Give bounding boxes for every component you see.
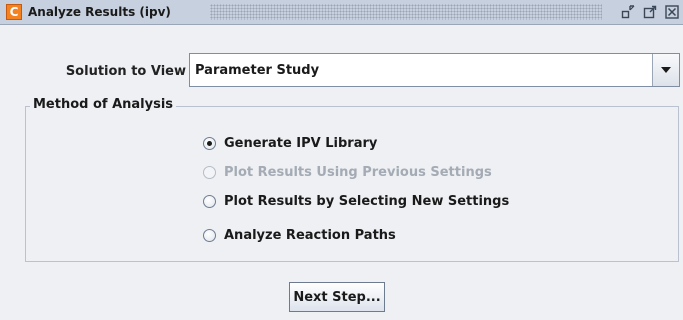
title-bar[interactable]: C Analyze Results (ipv) [0,0,683,25]
radio-label[interactable]: Generate IPV Library [224,136,377,151]
solution-to-view-label: Solution to View [65,64,186,79]
radio-analyze-reaction-paths[interactable]: Analyze Reaction Paths [203,225,396,245]
chevron-down-icon[interactable] [652,54,679,86]
radio-label[interactable]: Analyze Reaction Paths [224,228,396,243]
radio-plot-new-settings[interactable]: Plot Results by Selecting New Settings [203,191,509,211]
maximize-icon[interactable] [639,0,661,24]
solution-row: Solution to View Parameter Study [0,53,683,89]
app-icon: C [6,4,22,20]
radio-button[interactable] [203,194,216,208]
next-step-button[interactable]: Next Step... [289,282,385,312]
minimize-icon[interactable] [617,0,639,24]
method-of-analysis-title: Method of Analysis [30,97,177,112]
title-area: C Analyze Results (ipv) [0,0,177,24]
radio-button[interactable] [203,228,216,242]
radio-button-checked[interactable] [203,136,216,150]
radio-label[interactable]: Plot Results by Selecting New Settings [224,194,509,209]
close-icon[interactable] [661,0,683,24]
radio-generate-ipv-library[interactable]: Generate IPV Library [203,133,377,153]
solution-select[interactable]: Parameter Study [189,53,680,87]
radio-label: Plot Results Using Previous Settings [224,164,492,180]
window-controls [617,0,683,24]
radio-plot-previous-settings: Plot Results Using Previous Settings [203,162,492,182]
solution-select-value: Parameter Study [195,63,320,78]
analyze-results-window: C Analyze Results (ipv) Solution to View… [0,0,683,320]
radio-button-disabled [203,165,216,179]
window-title: Analyze Results (ipv) [28,5,171,19]
title-bar-grip [210,4,602,20]
